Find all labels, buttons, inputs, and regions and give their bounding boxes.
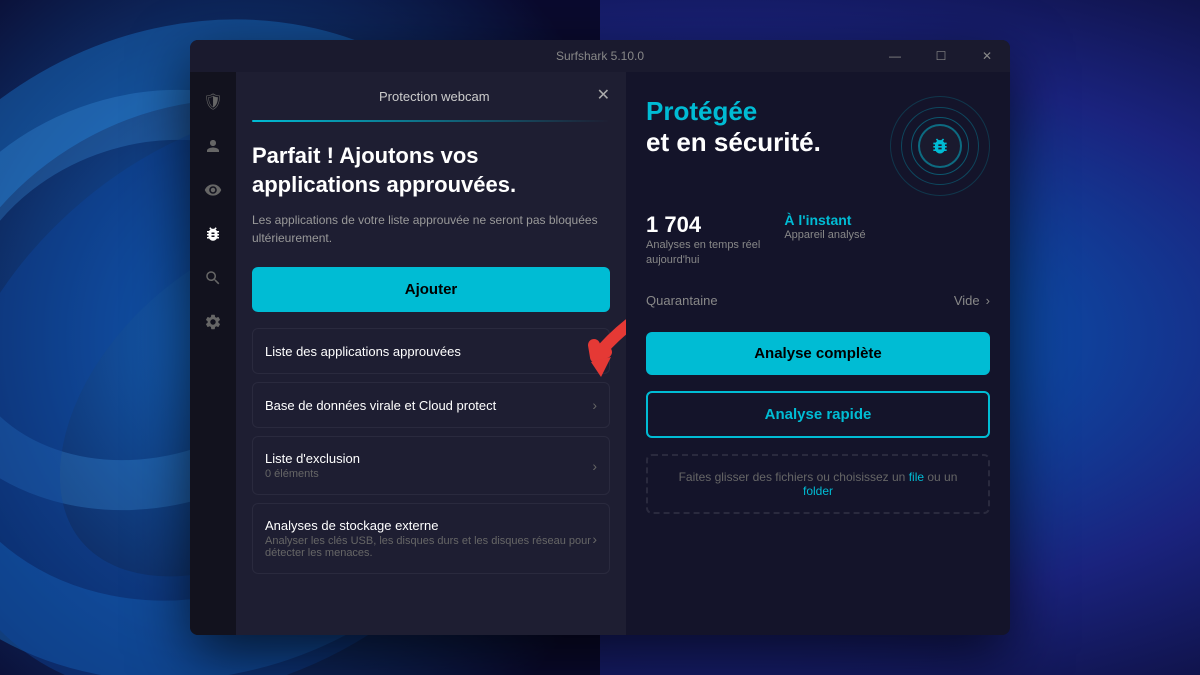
app-window: Surfshark 5.10.0 — ☐ ✕ 🛡 bbox=[190, 40, 1010, 635]
quarantine-label: Quarantaine bbox=[646, 293, 718, 308]
list-item-label: Base de données virale et Cloud protect bbox=[265, 398, 496, 413]
status-section: Protégée et en sécurité. bbox=[646, 96, 990, 196]
scan-quick-button[interactable]: Analyse rapide bbox=[646, 391, 990, 438]
status-subtitle: et en sécurité. bbox=[646, 127, 821, 158]
close-button[interactable]: ✕ bbox=[964, 40, 1010, 72]
list-item-label: Liste des applications approuvées bbox=[265, 344, 461, 359]
list-item-label: Liste d'exclusion bbox=[265, 451, 360, 466]
stat-instant: À l'instant Appareil analysé bbox=[784, 212, 865, 269]
chevron-icon: › bbox=[592, 458, 597, 474]
quarantine-status-text: Vide bbox=[954, 293, 980, 308]
stat-instant-sub: Appareil analysé bbox=[784, 228, 865, 243]
list-item-exclusion[interactable]: Liste d'exclusion 0 éléments › bbox=[252, 436, 610, 495]
modal-list: Liste des applications approuvées › Base… bbox=[252, 328, 610, 619]
sidebar-item-bug[interactable] bbox=[195, 216, 231, 252]
title-bar: Surfshark 5.10.0 — ☐ ✕ bbox=[190, 40, 1010, 72]
quarantine-row: Quarantaine Vide › bbox=[646, 285, 990, 316]
quarantine-chevron-icon: › bbox=[986, 293, 990, 308]
modal-heading: Parfait ! Ajoutons vos applications appr… bbox=[252, 142, 610, 199]
list-item-external-storage[interactable]: Analyses de stockage externe Analyser le… bbox=[252, 503, 610, 574]
stat-realtime: 1 704 Analyses en temps réel aujourd'hui bbox=[646, 212, 760, 269]
minimize-button[interactable]: — bbox=[872, 40, 918, 72]
chevron-icon: › bbox=[592, 343, 597, 359]
list-item-approved-apps[interactable]: Liste des applications approuvées › bbox=[252, 328, 610, 374]
sidebar-item-person[interactable] bbox=[195, 128, 231, 164]
modal-close-button[interactable]: ✕ bbox=[597, 88, 610, 104]
maximize-button[interactable]: ☐ bbox=[918, 40, 964, 72]
webcam-modal: Protection webcam ✕ Parfait ! Ajoutons v… bbox=[236, 72, 626, 635]
modal-header: Protection webcam ✕ bbox=[252, 88, 610, 104]
list-item-sub: Analyser les clés USB, les disques durs … bbox=[265, 535, 592, 559]
list-item-content: Liste d'exclusion 0 éléments bbox=[265, 451, 360, 480]
sidebar-item-settings[interactable] bbox=[195, 304, 231, 340]
quarantine-status[interactable]: Vide › bbox=[954, 293, 990, 308]
title-bar-text: Surfshark 5.10.0 bbox=[556, 49, 644, 63]
radar-center-icon bbox=[918, 124, 962, 168]
stat-instant-label: À l'instant bbox=[784, 212, 865, 228]
chevron-icon: › bbox=[592, 531, 597, 547]
file-drop-folder-link[interactable]: folder bbox=[803, 484, 833, 498]
list-item-content: Analyses de stockage externe Analyser le… bbox=[265, 518, 592, 559]
left-panel: Protection webcam ✕ Parfait ! Ajoutons v… bbox=[236, 72, 626, 635]
list-item-content: Liste des applications approuvées bbox=[265, 344, 461, 359]
list-item-label: Analyses de stockage externe bbox=[265, 518, 592, 533]
sidebar-item-shield[interactable]: 🛡 bbox=[195, 84, 231, 120]
add-button[interactable]: Ajouter bbox=[252, 267, 610, 312]
sidebar-item-search[interactable] bbox=[195, 260, 231, 296]
modal-divider bbox=[252, 120, 610, 122]
stat-count-label: Analyses en temps réel aujourd'hui bbox=[646, 238, 760, 269]
file-drop-text: Faites glisser des fichiers ou choisisse… bbox=[679, 470, 909, 484]
list-item-content: Base de données virale et Cloud protect bbox=[265, 398, 496, 413]
sidebar-item-eye[interactable] bbox=[195, 172, 231, 208]
app-body: 🛡 bbox=[190, 72, 1010, 635]
stat-count: 1 704 bbox=[646, 212, 760, 238]
file-drop-area[interactable]: Faites glisser des fichiers ou choisisse… bbox=[646, 454, 990, 514]
status-text-block: Protégée et en sécurité. bbox=[646, 96, 821, 158]
scan-complete-button[interactable]: Analyse complète bbox=[646, 332, 990, 375]
list-item-sub: 0 éléments bbox=[265, 468, 360, 480]
stats-section: 1 704 Analyses en temps réel aujourd'hui… bbox=[646, 212, 990, 269]
modal-description: Les applications de votre liste approuvé… bbox=[252, 211, 610, 247]
list-item-virus-db[interactable]: Base de données virale et Cloud protect … bbox=[252, 382, 610, 428]
right-panel: Protégée et en sécurité. 1 bbox=[626, 72, 1010, 635]
sidebar: 🛡 bbox=[190, 72, 236, 635]
file-drop-file-link[interactable]: file bbox=[909, 470, 924, 484]
window-controls: — ☐ ✕ bbox=[872, 40, 1010, 72]
radar-container bbox=[890, 96, 990, 196]
file-drop-or: ou un bbox=[924, 470, 957, 484]
status-title: Protégée bbox=[646, 96, 821, 127]
modal-title: Protection webcam bbox=[272, 89, 597, 104]
chevron-icon: › bbox=[592, 397, 597, 413]
